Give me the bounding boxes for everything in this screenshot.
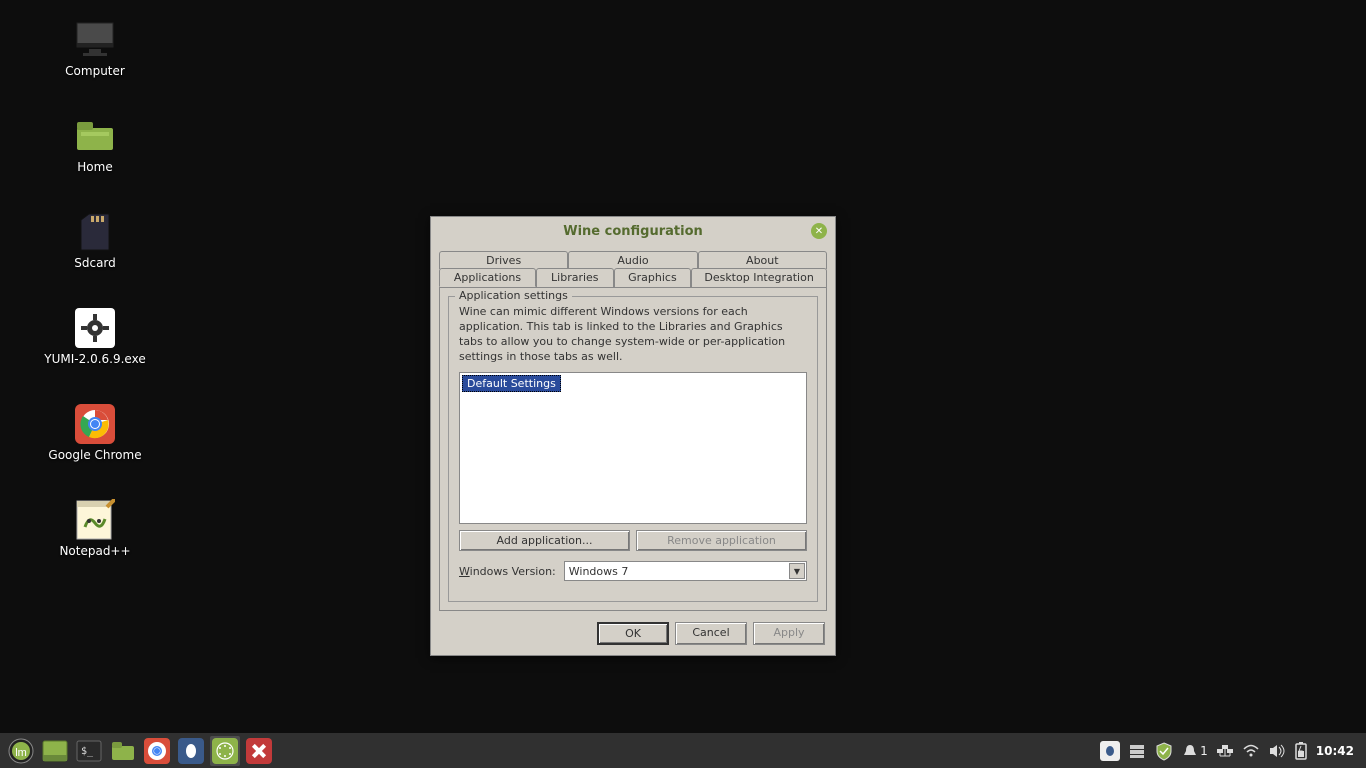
- tray-battery-icon[interactable]: [1294, 741, 1308, 761]
- application-settings-group: Application settings Wine can mimic diff…: [448, 296, 818, 602]
- desktop-icon-label: Home: [77, 160, 112, 174]
- panel: lm $_ 1 10:42: [0, 733, 1366, 768]
- folder-icon: [72, 116, 118, 156]
- svg-text:lm: lm: [15, 747, 27, 759]
- tray-wifi-icon[interactable]: [1242, 744, 1260, 758]
- tray-shield-icon[interactable]: [1154, 741, 1174, 761]
- windows-version-select[interactable]: Windows 7 ▼: [564, 561, 807, 581]
- apply-button: Apply: [753, 622, 825, 645]
- chevron-down-icon[interactable]: ▼: [789, 563, 805, 579]
- applications-listbox[interactable]: Default Settings: [459, 372, 807, 524]
- computer-icon: [72, 20, 118, 60]
- app-launcher-1[interactable]: [176, 736, 206, 766]
- app-launcher-2[interactable]: [244, 736, 274, 766]
- windows-version-value: Windows 7: [569, 565, 629, 578]
- tab-audio[interactable]: Audio: [568, 251, 697, 269]
- tab-drives[interactable]: Drives: [439, 251, 568, 269]
- svg-text:$_: $_: [81, 746, 94, 757]
- list-item[interactable]: Default Settings: [462, 375, 561, 392]
- close-icon[interactable]: ✕: [811, 223, 827, 239]
- desktop-icon-home[interactable]: Home: [40, 116, 150, 174]
- panel-clock[interactable]: 10:42: [1316, 744, 1354, 758]
- tab-row-front: Applications Libraries Graphics Desktop …: [439, 268, 827, 287]
- tray-network-icon[interactable]: [1216, 744, 1234, 758]
- desktop-icon-notepadpp[interactable]: Notepad++: [40, 500, 150, 558]
- desktop-icon-sdcard[interactable]: Sdcard: [40, 212, 150, 270]
- desktop-icon-label: YUMI-2.0.6.9.exe: [44, 352, 145, 366]
- cancel-button[interactable]: Cancel: [675, 622, 747, 645]
- taskbar-wine-config[interactable]: [210, 736, 240, 766]
- tab-content: Application settings Wine can mimic diff…: [439, 287, 827, 611]
- tray-app-icon[interactable]: [1100, 741, 1120, 761]
- chrome-launcher[interactable]: [142, 736, 172, 766]
- tab-applications[interactable]: Applications: [439, 268, 536, 287]
- chrome-icon: [72, 404, 118, 444]
- show-desktop-button[interactable]: [40, 736, 70, 766]
- tray-notifications[interactable]: 1: [1182, 743, 1208, 759]
- tab-graphics[interactable]: Graphics: [614, 268, 692, 287]
- windows-version-row: Windows Version: Windows 7 ▼: [459, 561, 807, 581]
- desktop-icon-label: Notepad++: [59, 544, 130, 558]
- terminal-button[interactable]: $_: [74, 736, 104, 766]
- tab-about[interactable]: About: [698, 251, 827, 269]
- notification-count: 1: [1200, 744, 1208, 758]
- desktop-icon-computer[interactable]: Computer: [40, 20, 150, 78]
- notepadpp-icon: [72, 500, 118, 540]
- remove-application-button: Remove application: [636, 530, 807, 551]
- desktop-icon-label: Computer: [65, 64, 125, 78]
- add-application-button[interactable]: Add application...: [459, 530, 630, 551]
- menu-button[interactable]: lm: [6, 736, 36, 766]
- desktop-icon-label: Sdcard: [74, 256, 116, 270]
- files-button[interactable]: [108, 736, 138, 766]
- group-title: Application settings: [455, 289, 572, 302]
- tab-desktop-integration[interactable]: Desktop Integration: [691, 268, 827, 287]
- dialog-footer: OK Cancel Apply: [597, 622, 825, 645]
- titlebar[interactable]: Wine configuration ✕: [431, 217, 835, 245]
- ok-button[interactable]: OK: [597, 622, 669, 645]
- sdcard-icon: [72, 212, 118, 252]
- desktop-icon-chrome[interactable]: Google Chrome: [40, 404, 150, 462]
- list-buttons: Add application... Remove application: [459, 530, 807, 551]
- gear-icon: [72, 308, 118, 348]
- tab-libraries[interactable]: Libraries: [536, 268, 614, 287]
- wine-config-window: Wine configuration ✕ Drives Audio About …: [430, 216, 836, 656]
- desktop-icon-yumi[interactable]: YUMI-2.0.6.9.exe: [40, 308, 150, 366]
- tab-row-back: Drives Audio About: [439, 251, 827, 269]
- tab-area: Drives Audio About Applications Librarie…: [439, 251, 827, 611]
- tray-volume-icon[interactable]: [1268, 743, 1286, 759]
- group-description: Wine can mimic different Windows version…: [459, 305, 807, 364]
- window-title: Wine configuration: [563, 224, 703, 239]
- tray-disk-icon[interactable]: [1128, 742, 1146, 760]
- desktop-icon-label: Google Chrome: [48, 448, 141, 462]
- windows-version-label: Windows Version:: [459, 565, 556, 578]
